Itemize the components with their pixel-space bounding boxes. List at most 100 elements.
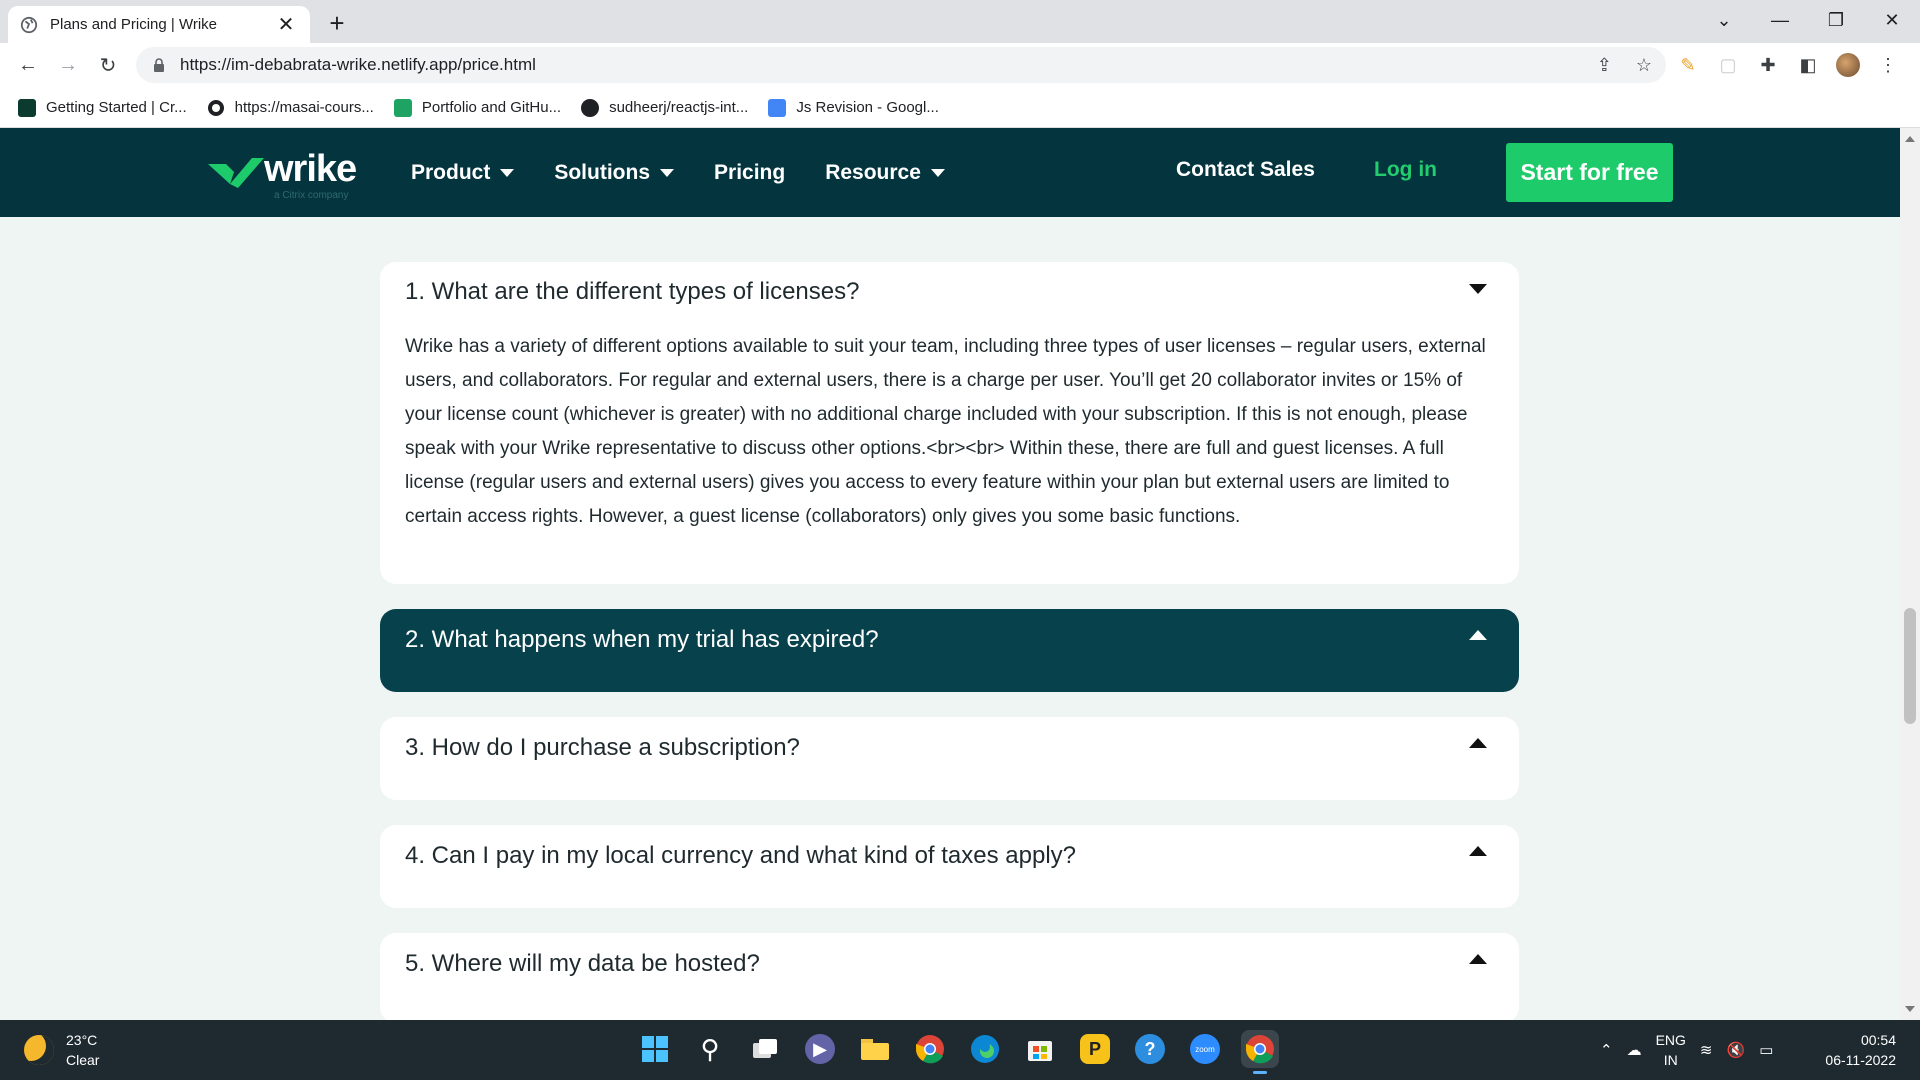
bookmarks-bar: Getting Started | Cr... https://masai-co… [0, 88, 1920, 128]
faq-question: 5. Where will my data be hosted? [405, 950, 760, 977]
cloud-offline-icon[interactable]: ☁ [1627, 1041, 1642, 1059]
side-panel-icon[interactable]: ◧ [1796, 53, 1820, 77]
caret-up-icon[interactable] [1469, 954, 1487, 964]
color-picker-extension-icon[interactable]: ✎ [1676, 53, 1700, 77]
window-controls: ⌄ — ❐ ✕ [1696, 0, 1920, 40]
search-icon[interactable]: ⚲ [691, 1030, 729, 1068]
browser-toolbar: ← → ↻ https://im-debabrata-wrike.netlify… [0, 43, 1920, 88]
faq-item-3[interactable]: 3. How do I purchase a subscription? [380, 717, 1519, 800]
wifi-icon[interactable]: ≋ [1700, 1041, 1713, 1059]
show-hidden-icons-icon[interactable]: ⌃ [1600, 1041, 1613, 1059]
caret-down-icon[interactable] [1469, 284, 1487, 294]
page-scrollbar[interactable] [1900, 128, 1920, 1020]
browser-menu-icon[interactable]: ⋮ [1876, 53, 1900, 77]
nav-label: Solutions [554, 160, 651, 184]
back-icon[interactable]: ← [12, 49, 44, 81]
bookmark-item[interactable]: sudheerj/reactjs-int... [581, 98, 749, 117]
bookmark-star-icon[interactable]: ☆ [1636, 55, 1652, 76]
teams-chat-icon[interactable]: ▶ [805, 1034, 835, 1064]
faq-section: 1. What are the different types of licen… [0, 217, 1900, 1020]
start-free-button[interactable]: Start for free [1506, 143, 1673, 202]
restore-icon[interactable]: ❐ [1808, 0, 1864, 40]
bookmark-label: Getting Started | Cr... [46, 99, 187, 116]
task-view-icon[interactable] [746, 1030, 784, 1068]
system-clock[interactable]: 00:54 06-11-2022 [1825, 1030, 1896, 1070]
faq-question: 1. What are the different types of licen… [405, 278, 860, 305]
nav-solutions[interactable]: Solutions [554, 160, 675, 185]
bookmark-item[interactable]: https://masai-cours... [207, 99, 374, 117]
tab-search-icon[interactable]: ⌄ [1696, 0, 1752, 40]
faq-item-1[interactable]: 1. What are the different types of licen… [380, 262, 1519, 584]
faq-question: 2. What happens when my trial has expire… [405, 626, 879, 653]
faq-item-4[interactable]: 4. Can I pay in my local currency and wh… [380, 825, 1519, 908]
site-header: wrike a Citrix company Product Solutions… [0, 128, 1900, 217]
bookmark-label: sudheerj/reactjs-int... [609, 99, 749, 116]
globe-icon [20, 16, 38, 33]
react-icon [18, 98, 36, 117]
scroll-up-icon[interactable] [1905, 136, 1915, 142]
tab-title: Plans and Pricing | Wrike [50, 16, 218, 33]
scrollbar-thumb[interactable] [1904, 608, 1916, 724]
file-explorer-icon[interactable] [856, 1030, 894, 1068]
bookmark-item[interactable]: Getting Started | Cr... [18, 98, 187, 117]
help-icon[interactable]: ? [1135, 1034, 1165, 1064]
caret-down-icon [660, 168, 675, 177]
volume-muted-icon[interactable]: 🔇 [1727, 1041, 1746, 1059]
contact-sales-link[interactable]: Contact Sales [1176, 158, 1315, 182]
taskbar-apps: ⚲ ▶ P ? zoom [636, 1030, 1279, 1074]
wrike-logo[interactable]: wrike a Citrix company [208, 148, 373, 202]
system-tray: ⌃ ☁ ENG IN ≋ 🔇 ▭ [1600, 1030, 1773, 1070]
caret-up-icon[interactable] [1469, 846, 1487, 856]
clock-date: 06-11-2022 [1825, 1052, 1896, 1068]
plex-icon[interactable]: P [1080, 1034, 1110, 1064]
nav-label: Pricing [714, 160, 786, 184]
extension-placeholder-icon[interactable]: ▢ [1716, 53, 1740, 77]
forward-icon[interactable]: → [52, 49, 84, 81]
sheets-icon [393, 98, 412, 117]
zoom-icon[interactable]: zoom [1190, 1034, 1220, 1064]
extensions-puzzle-icon[interactable]: ✚ [1756, 53, 1780, 77]
new-tab-icon[interactable]: + [322, 8, 352, 39]
minimize-icon[interactable]: — [1752, 0, 1808, 40]
faq-item-5[interactable]: 5. Where will my data be hosted? [380, 933, 1519, 1020]
edge-icon[interactable] [966, 1030, 1004, 1068]
logo-wordmark: wrike [264, 148, 357, 190]
bookmark-item[interactable]: Js Revision - Googl... [768, 98, 939, 117]
bookmark-label: Js Revision - Googl... [796, 99, 939, 116]
nav-resource[interactable]: Resource [825, 161, 945, 185]
browser-tab[interactable]: Plans and Pricing | Wrike ✕ [8, 6, 310, 43]
login-link[interactable]: Log in [1374, 158, 1437, 182]
clock-time: 00:54 [1860, 1032, 1896, 1048]
moon-icon [24, 1035, 54, 1065]
faq-item-2[interactable]: 2. What happens when my trial has expire… [380, 609, 1519, 692]
close-tab-icon[interactable]: ✕ [274, 12, 298, 37]
caret-down-icon [930, 168, 945, 177]
battery-icon[interactable]: ▭ [1759, 1041, 1773, 1059]
caret-up-icon[interactable] [1469, 738, 1487, 748]
url-text: https://im-debabrata-wrike.netlify.app/p… [180, 55, 536, 74]
language-indicator[interactable]: ENG IN [1656, 1030, 1686, 1070]
close-window-icon[interactable]: ✕ [1864, 0, 1920, 40]
scroll-down-icon[interactable] [1905, 1006, 1915, 1012]
address-bar[interactable]: https://im-debabrata-wrike.netlify.app/p… [136, 47, 1666, 83]
chrome-active-icon[interactable] [1241, 1030, 1279, 1074]
logo-subtext: a Citrix company [274, 190, 349, 201]
language-code: ENG [1655, 1032, 1686, 1048]
browser-tabstrip: Plans and Pricing | Wrike ✕ + ⌄ — ❐ ✕ [0, 0, 1920, 43]
bookmark-item[interactable]: Portfolio and GitHu... [393, 98, 561, 117]
extensions-area: ✎ ▢ ✚ ◧ ⋮ [1676, 49, 1900, 81]
nav-product[interactable]: Product [411, 161, 515, 185]
nav-label: Resource [825, 160, 921, 184]
chrome-icon[interactable] [911, 1030, 949, 1068]
share-icon[interactable]: ⇪ [1597, 55, 1612, 76]
nav-pricing[interactable]: Pricing [714, 161, 785, 185]
windows-start-icon[interactable] [636, 1030, 674, 1068]
weather-widget[interactable]: 23°C Clear [24, 1030, 99, 1070]
caret-up-icon[interactable] [1469, 630, 1487, 640]
faq-answer: Wrike has a variety of different options… [405, 336, 1486, 527]
microsoft-store-icon[interactable] [1021, 1030, 1059, 1068]
lock-icon [154, 58, 164, 72]
profile-avatar[interactable] [1836, 53, 1860, 77]
reload-icon[interactable]: ↻ [92, 49, 124, 81]
faq-question: 4. Can I pay in my local currency and wh… [405, 842, 1077, 869]
